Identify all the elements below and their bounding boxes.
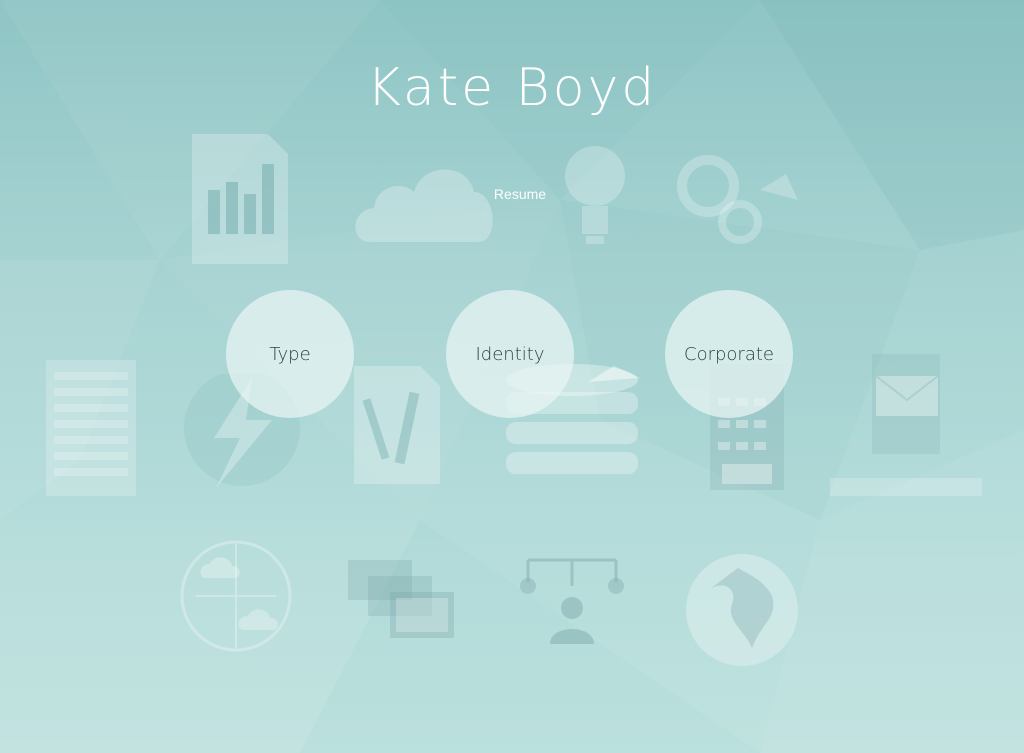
envelope-icon: [830, 354, 982, 496]
page-title: Kate Boyd: [366, 58, 658, 118]
nav-corporate-button[interactable]: Corporate: [665, 290, 793, 418]
globe-icon: [686, 554, 798, 666]
org-chart-icon: [520, 558, 624, 644]
gears-icon: [677, 155, 798, 244]
lightbulb-icon: [565, 146, 625, 244]
nav-type-button[interactable]: Type: [226, 290, 354, 418]
nav-type-label: Type: [269, 343, 311, 365]
art-tools-icon: [354, 366, 440, 484]
nav-identity-label: Identity: [475, 343, 545, 365]
cloud-icon: [355, 169, 493, 242]
bar-chart-document-icon: [192, 134, 288, 264]
cloud-network-icon: [180, 540, 292, 652]
page-subtitle: Resume: [493, 186, 547, 202]
nav-identity-button[interactable]: Identity: [446, 290, 574, 418]
nav-corporate-label: Corporate: [684, 343, 774, 365]
pie-chart-icon: [588, 366, 640, 382]
text-document-icon: [46, 360, 136, 496]
stacked-windows-icon: [348, 560, 454, 638]
